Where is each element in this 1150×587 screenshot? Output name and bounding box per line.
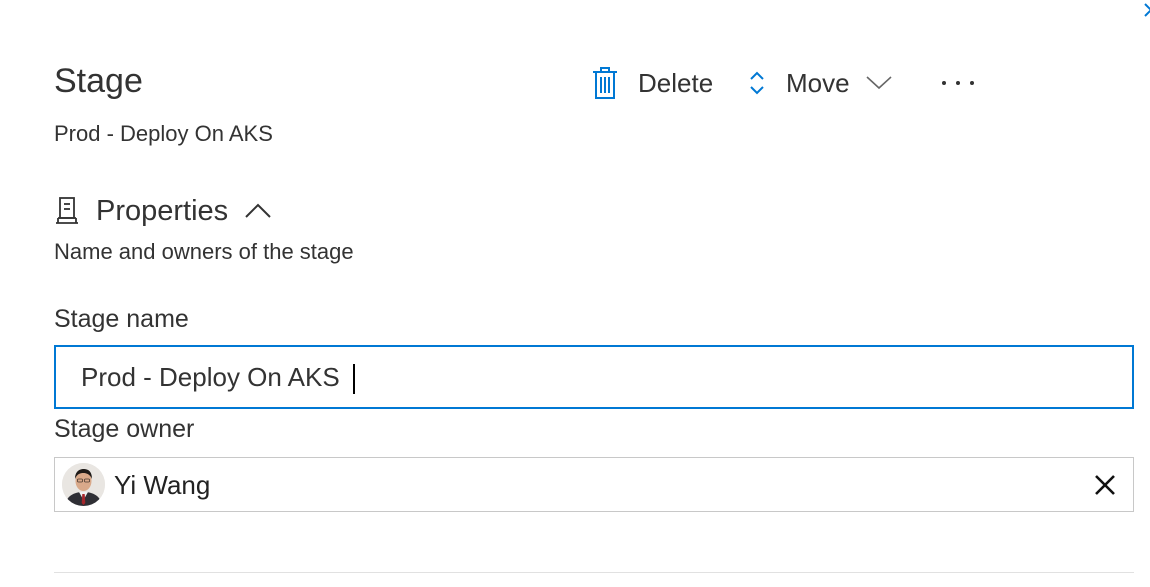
more-actions-button[interactable] — [940, 62, 976, 104]
text-caret — [353, 364, 355, 394]
properties-title: Properties — [96, 195, 229, 227]
divider — [54, 572, 1134, 573]
page-title: Stage — [54, 62, 143, 100]
move-button[interactable]: Move — [748, 62, 912, 104]
stage-owner-label: Stage owner — [54, 415, 195, 443]
delete-button[interactable]: Delete — [588, 62, 713, 104]
move-label: Move — [786, 68, 850, 98]
trash-icon — [592, 66, 618, 100]
avatar — [62, 463, 105, 506]
stage-panel: Stage Prod - Deploy On AKS Delete Move P… — [0, 0, 1150, 587]
stage-owner-picker[interactable]: Yi Wang — [54, 457, 1134, 512]
close-panel-icon[interactable] — [1143, 0, 1150, 22]
stage-name-label: Stage name — [54, 305, 189, 333]
properties-description: Name and owners of the stage — [54, 239, 354, 264]
stage-name-input[interactable] — [54, 345, 1134, 409]
more-horizontal-icon — [940, 79, 976, 87]
up-down-arrows-icon — [748, 68, 766, 98]
properties-icon — [54, 196, 80, 226]
chevron-down-icon[interactable] — [866, 75, 892, 91]
chevron-up-icon[interactable] — [244, 202, 272, 220]
stage-subtitle: Prod - Deploy On AKS — [54, 121, 273, 146]
delete-label: Delete — [638, 68, 714, 98]
owner-name: Yi Wang — [114, 470, 211, 500]
properties-header[interactable]: Properties — [54, 192, 288, 230]
close-icon[interactable] — [1092, 472, 1118, 498]
